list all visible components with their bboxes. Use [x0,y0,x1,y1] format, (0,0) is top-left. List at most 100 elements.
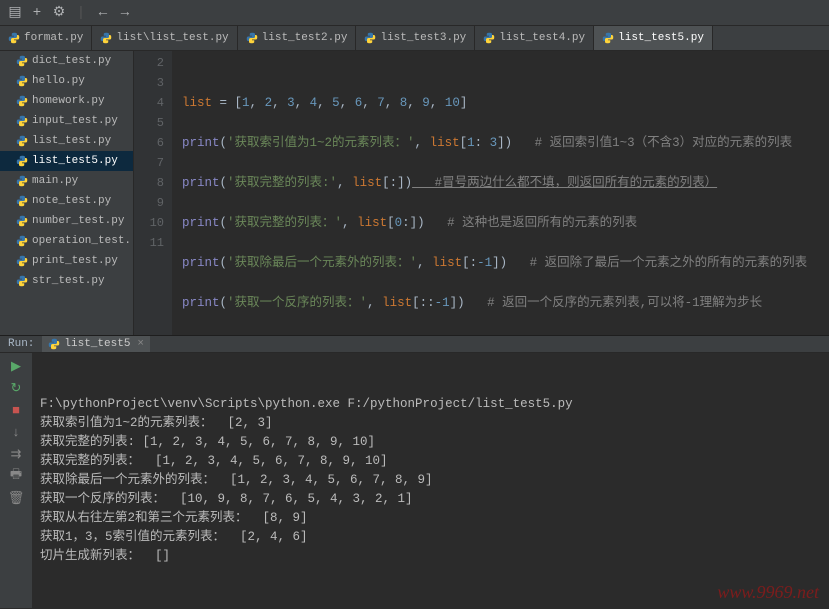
console-output[interactable]: F:\pythonProject\venv\Scripts\python.exe… [32,353,829,608]
tab-label: list\list_test.py [116,32,228,44]
watermark: www.9969.net [717,583,819,602]
file-label: list_test.py [32,135,111,147]
project-toolbar: ▤ + ⚙ | ← → [0,0,829,26]
run-icon[interactable]: ▶ [6,357,26,375]
code-line: print('获取完整的列表：', list[0:]) # 这种也是返回所有的元… [182,213,829,233]
code-line: print('获取从右往左第2和第三个元素列表：', list[-3:-1]) … [182,333,829,335]
editor: 234567891011 list = [1, 2, 3, 4, 5, 6, 7… [134,51,829,335]
run-label: Run: [8,338,34,350]
code-line: list = [1, 2, 3, 4, 5, 6, 7, 8, 9, 10] [182,93,829,113]
python-icon [16,75,28,87]
file-label: list_test5.py [32,155,118,167]
python-icon [16,155,28,167]
project-file[interactable]: homework.py [0,91,133,111]
python-icon [16,275,28,287]
python-icon [16,215,28,227]
python-icon [602,32,614,44]
project-file[interactable]: input_test.py [0,111,133,131]
python-icon [16,115,28,127]
file-label: print_test.py [32,255,118,267]
code-line: print('获取索引值为1~2的元素列表：', list[1: 3]) # 返… [182,133,829,153]
python-icon [8,32,20,44]
project-tree: dict_test.py hello.py homework.py input_tes… [0,51,134,335]
close-icon[interactable]: × [137,338,144,350]
project-file[interactable]: main.py [0,171,133,191]
editor-tab[interactable]: list_test3.py [356,26,475,50]
tab-label: list_test3.py [380,32,466,44]
project-file[interactable]: dict_test.py [0,51,133,71]
gutter: 234567891011 [134,51,172,335]
editor-tab[interactable]: list_test5.py [594,26,713,50]
gear-icon[interactable]: ⚙ [48,2,70,24]
python-icon [100,32,112,44]
stop-icon[interactable]: ■ [6,401,26,419]
python-icon [483,32,495,44]
file-label: number_test.py [32,215,124,227]
file-label: main.py [32,175,78,187]
file-label: str_test.py [32,275,105,287]
line-number: 6 [134,133,164,153]
file-label: homework.py [32,95,105,107]
nav-back-icon[interactable]: ← [92,2,114,24]
tab-label: list_test5.py [618,32,704,44]
editor-tab[interactable]: list_test2.py [238,26,357,50]
nav-forward-icon[interactable]: → [114,2,136,24]
console-line: 获取完整的列表: [1, 2, 3, 4, 5, 6, 7, 8, 9, 10] [40,433,821,452]
file-label: operation_test. [32,235,131,247]
editor-tab[interactable]: list_test4.py [475,26,594,50]
code-line: print('获取完整的列表:', list[:]) #冒号两边什么都不填，则返… [182,173,829,193]
python-icon [16,95,28,107]
trash-icon[interactable]: 🗑 [6,489,26,507]
print-icon[interactable]: 🖶 [6,467,26,485]
file-label: note_test.py [32,195,111,207]
line-number: 8 [134,173,164,193]
tab-label: format.py [24,32,83,44]
project-file[interactable]: str_test.py [0,271,133,291]
python-icon [16,255,28,267]
editor-tab[interactable]: list\list_test.py [92,26,237,50]
line-number: 7 [134,153,164,173]
tab-label: list_test2.py [262,32,348,44]
project-file[interactable]: note_test.py [0,191,133,211]
project-file[interactable]: list_test5.py [0,151,133,171]
run-panel: Run: list_test5× ▶ ↻ ■ ↓ ⇉ 🖶 🗑 F:\python… [0,335,829,500]
line-number: 5 [134,113,164,133]
python-icon [16,175,28,187]
editor-tab[interactable]: format.py [0,26,92,50]
project-file[interactable]: number_test.py [0,211,133,231]
python-icon [364,32,376,44]
console-line: 获取从右往左第2和第三个元素列表： [8, 9] [40,509,821,528]
line-number: 4 [134,93,164,113]
code-area[interactable]: list = [1, 2, 3, 4, 5, 6, 7, 8, 9, 10] p… [172,51,829,335]
file-label: input_test.py [32,115,118,127]
plus-icon[interactable]: + [26,2,48,24]
line-number: 10 [134,213,164,233]
line-number: 3 [134,73,164,93]
tab-label: list_test4.py [499,32,585,44]
python-icon [16,195,28,207]
run-header: Run: list_test5× [0,336,829,353]
console-line: 获取1，3，5索引值的元素列表： [2, 4, 6] [40,528,821,547]
python-icon [246,32,258,44]
rerun-icon[interactable]: ↻ [6,379,26,397]
project-file[interactable]: operation_test. [0,231,133,251]
line-number: 11 [134,233,164,253]
code-line: print('获取一个反序的列表：', list[::-1]) # 返回一个反序… [182,293,829,313]
run-tab[interactable]: list_test5× [42,336,150,352]
console-line: 获取除最后一个元素外的列表： [1, 2, 3, 4, 5, 6, 7, 8, … [40,471,821,490]
console-line: 获取索引值为1~2的元素列表： [2, 3] [40,414,821,433]
divider: | [70,2,92,24]
down-icon[interactable]: ↓ [6,423,26,441]
line-number: 2 [134,53,164,73]
python-icon [16,55,28,67]
python-icon [16,235,28,247]
file-label: dict_test.py [32,55,111,67]
folder-icon[interactable]: ▤ [4,2,26,24]
project-file[interactable]: hello.py [0,71,133,91]
layout-icon[interactable]: ⇉ [6,445,26,463]
project-file[interactable]: print_test.py [0,251,133,271]
console-line: 获取完整的列表： [1, 2, 3, 4, 5, 6, 7, 8, 9, 10] [40,452,821,471]
python-icon [16,135,28,147]
project-file[interactable]: list_test.py [0,131,133,151]
file-label: hello.py [32,75,85,87]
